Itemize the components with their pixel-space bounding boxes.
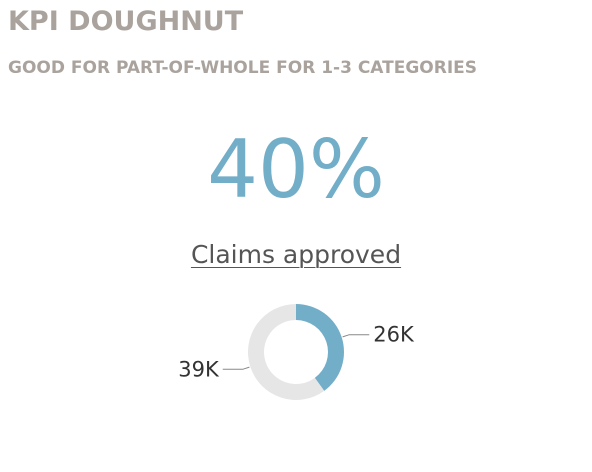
data-label-1: 39K [178, 357, 220, 381]
leader-line-0 [342, 334, 370, 338]
doughnut-chart: 26K 39K [178, 304, 415, 400]
data-label-0: 26K [373, 323, 415, 347]
leader-line-1 [222, 366, 250, 370]
doughnut-slice-0[interactable] [296, 304, 345, 391]
